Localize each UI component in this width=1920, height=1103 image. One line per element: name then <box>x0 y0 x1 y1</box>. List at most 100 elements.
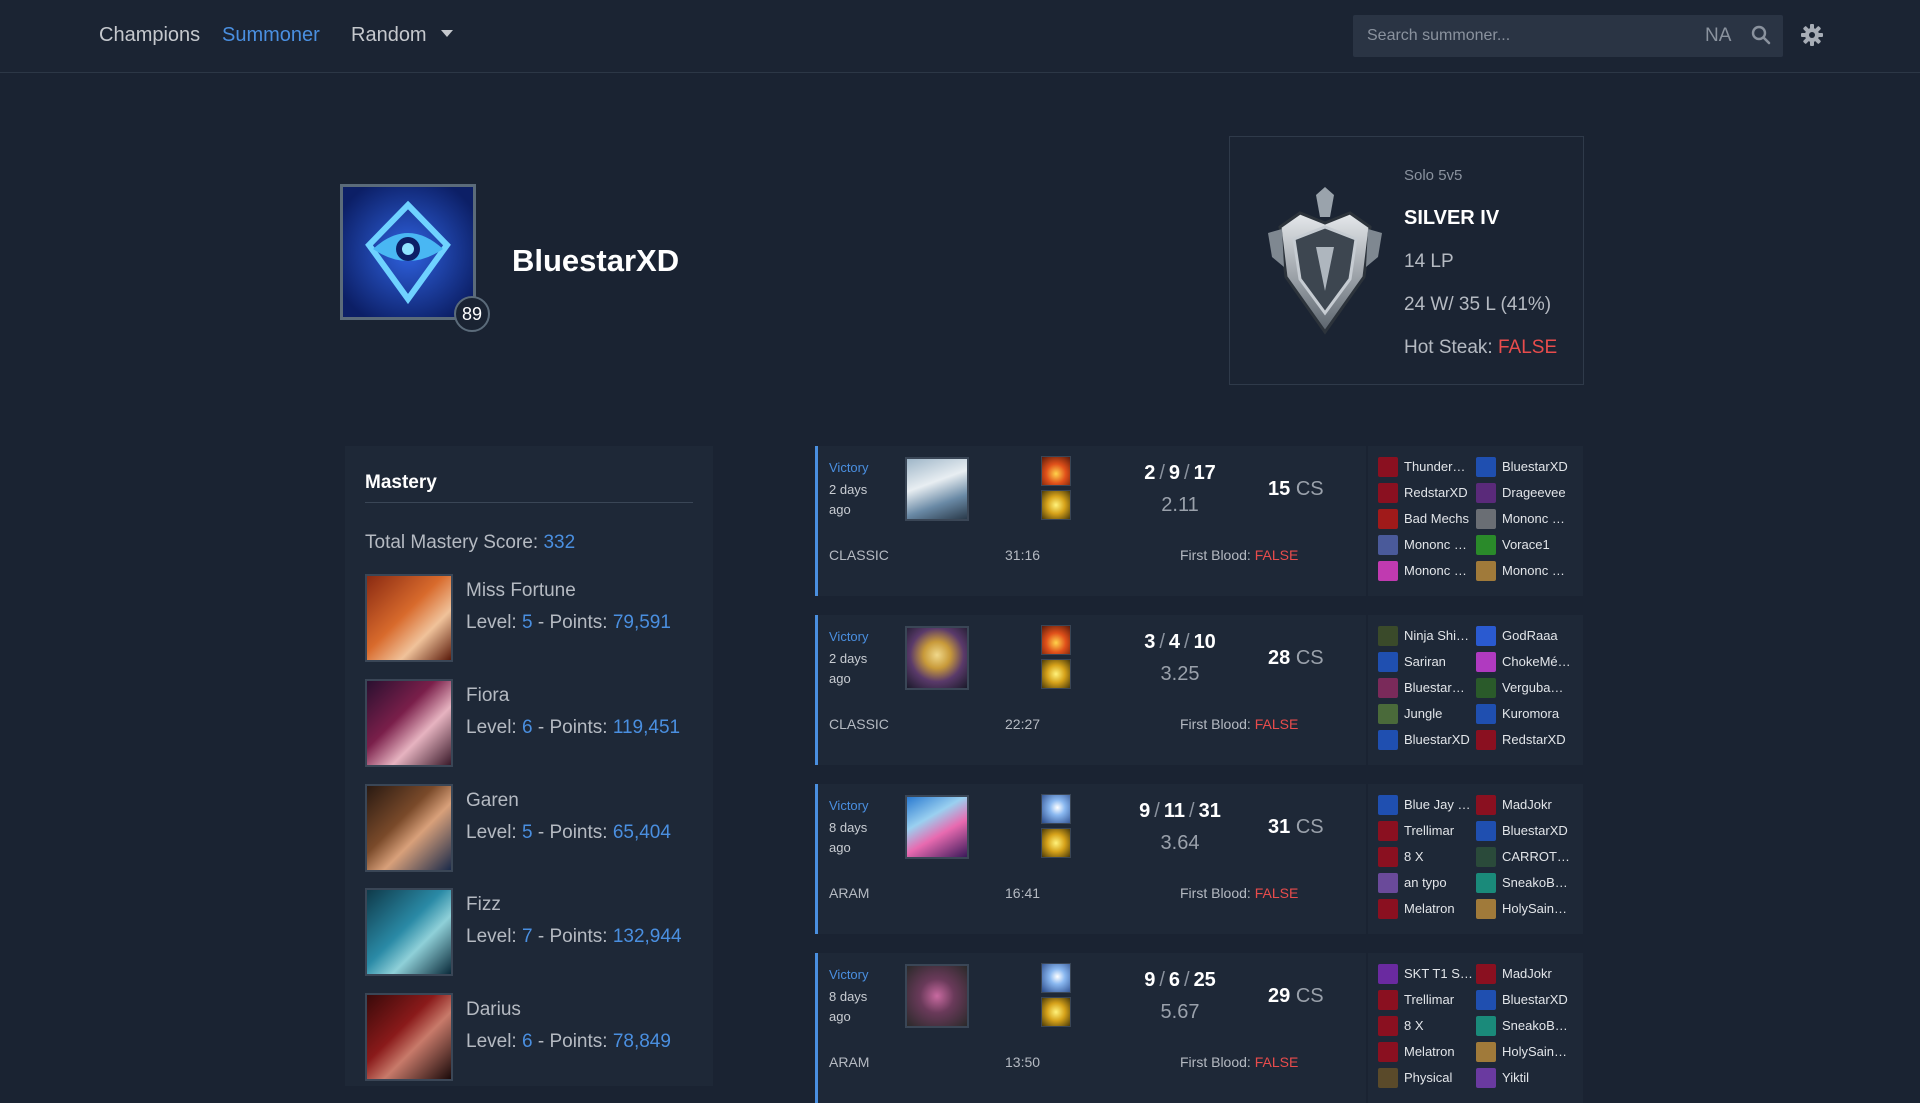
player-entry[interactable]: SneakoB… <box>1476 1015 1574 1037</box>
match-card[interactable]: Victory 8 days ago 9/11/31 3.64 31 CS AR… <box>815 784 1583 934</box>
gear-icon[interactable] <box>1800 23 1824 47</box>
player-entry[interactable]: Kuromora <box>1476 703 1574 725</box>
victory-accent-bar <box>815 784 818 934</box>
player-entry[interactable]: Melatron <box>1378 898 1476 920</box>
player-entry[interactable]: HolySain… <box>1476 898 1574 920</box>
player-name: Kuromora <box>1502 706 1560 721</box>
player-entry[interactable]: RedstarXD <box>1378 482 1476 504</box>
match-kda: 2/9/17 <box>1115 462 1245 485</box>
player-entry[interactable]: Verguba… <box>1476 677 1574 699</box>
mastery-champion-row[interactable]: Fiora Level: 6 - Points: 119,451 <box>365 679 705 771</box>
summoner-icon <box>1476 704 1496 724</box>
player-entry[interactable]: BluestarXD <box>1378 729 1476 751</box>
summoner-icon <box>1378 847 1398 867</box>
player-name: 8 X <box>1404 849 1424 864</box>
rank-record: 24 W/ 35 L (41%) <box>1404 294 1552 315</box>
champion-portrait <box>365 679 453 767</box>
player-entry[interactable]: Sariran <box>1378 651 1476 673</box>
victory-accent-bar <box>815 615 818 765</box>
match-champion-icon <box>905 964 969 1028</box>
match-card[interactable]: Victory 8 days ago 9/6/25 5.67 29 CS ARA… <box>815 953 1583 1103</box>
summoner-icon <box>1378 535 1398 555</box>
champion-name: Fizz <box>466 894 501 915</box>
player-entry[interactable]: 8 X <box>1378 1015 1476 1037</box>
champion-name: Fiora <box>466 685 510 706</box>
match-card[interactable]: Victory 2 days ago 2/9/17 2.11 15 CS CLA… <box>815 446 1583 596</box>
player-entry[interactable]: 8 X <box>1378 846 1476 868</box>
player-entry[interactable]: MadJokr <box>1476 794 1574 816</box>
nav-random-dropdown[interactable]: Random <box>351 24 453 47</box>
player-entry[interactable]: BluestarXD <box>1476 989 1574 1011</box>
player-entry[interactable]: an typo <box>1378 872 1476 894</box>
player-entry[interactable]: Melatron <box>1378 1041 1476 1063</box>
summoner-icon <box>1476 899 1496 919</box>
player-entry[interactable]: Mononc … <box>1378 560 1476 582</box>
player-entry[interactable]: RedstarXD <box>1476 729 1574 751</box>
kda-ratio: 2.11 <box>1161 494 1199 516</box>
player-entry[interactable]: CARROT… <box>1476 846 1574 868</box>
player-entry[interactable]: ChokeMé… <box>1476 651 1574 673</box>
player-entry[interactable]: Trellimar <box>1378 820 1476 842</box>
mastery-champion-row[interactable]: Darius Level: 6 - Points: 78,849 <box>365 993 705 1085</box>
player-name: Verguba… <box>1502 680 1564 695</box>
mastery-champion-row[interactable]: Fizz Level: 7 - Points: 132,944 <box>365 888 705 980</box>
player-entry[interactable]: Bluestar… <box>1378 677 1476 699</box>
summoner-icon <box>1476 1042 1496 1062</box>
player-name: Bad Mechs <box>1404 511 1470 526</box>
kda-separator: / <box>1159 631 1165 653</box>
player-name: BluestarXD <box>1502 459 1568 474</box>
player-entry[interactable]: Thunder… <box>1378 456 1476 478</box>
player-entry[interactable]: GodRaaa <box>1476 625 1574 647</box>
player-entry[interactable]: Ninja Shi… <box>1378 625 1476 647</box>
player-entry[interactable]: Trellimar <box>1378 989 1476 1011</box>
player-entry[interactable]: Vorace1 <box>1476 534 1574 556</box>
search-input[interactable] <box>1367 15 1687 57</box>
player-entry[interactable]: MadJokr <box>1476 963 1574 985</box>
kda-ratio: 3.25 <box>1160 663 1200 685</box>
nav-champions[interactable]: Champions <box>99 24 200 47</box>
player-entry[interactable]: Mononc … <box>1476 508 1574 530</box>
player-entry[interactable]: Jungle <box>1378 703 1476 725</box>
search-icon[interactable] <box>1751 25 1771 45</box>
mastery-champion-row[interactable]: Garen Level: 5 - Points: 65,404 <box>365 784 705 876</box>
mastery-total-value: 332 <box>543 532 576 553</box>
player-entry[interactable]: SneakoB… <box>1476 872 1574 894</box>
player-name: Blue Jay … <box>1404 797 1471 812</box>
cs-value: 29 <box>1268 985 1291 1007</box>
match-kda: 9/11/31 <box>1115 800 1245 823</box>
rank-lp: 14 LP <box>1404 251 1454 272</box>
champion-level: 5 <box>521 612 533 633</box>
player-entry[interactable]: HolySain… <box>1476 1041 1574 1063</box>
champion-stats: Level: 6 - Points: 119,451 <box>466 717 680 739</box>
cs-value: 31 <box>1268 816 1291 838</box>
points-label: - Points: <box>537 612 608 633</box>
player-entry[interactable]: Bad Mechs <box>1378 508 1476 530</box>
summoner-icon <box>1378 678 1398 698</box>
game-mode: ARAM <box>829 1054 870 1070</box>
first-blood-label: First Blood: <box>1180 885 1251 901</box>
player-entry[interactable]: BluestarXD <box>1476 456 1574 478</box>
summoner-icon <box>1378 1016 1398 1036</box>
player-name: Mononc … <box>1502 511 1565 526</box>
player-entry[interactable]: Drageevee <box>1476 482 1574 504</box>
player-entry[interactable]: Yiktil <box>1476 1067 1574 1089</box>
player-entry[interactable]: Physical <box>1378 1067 1476 1089</box>
nav-summoner[interactable]: Summoner <box>222 24 320 47</box>
player-entry[interactable]: Blue Jay … <box>1378 794 1476 816</box>
match-time-ago: 8 days ago <box>829 989 868 1024</box>
summoner-icon <box>1378 990 1398 1010</box>
player-entry[interactable]: SKT T1 S… <box>1378 963 1476 985</box>
match-kda: 9/6/25 <box>1115 969 1245 992</box>
rank-tier: SILVER IV <box>1404 207 1500 229</box>
match-kda: 3/4/10 <box>1115 631 1245 654</box>
mastery-champion-row[interactable]: Miss Fortune Level: 5 - Points: 79,591 <box>365 574 705 666</box>
player-entry[interactable]: Mononc … <box>1476 560 1574 582</box>
player-name: BluestarXD <box>1502 823 1568 838</box>
region-selector[interactable]: NA <box>1705 25 1731 47</box>
match-card[interactable]: Victory 2 days ago 3/4/10 3.25 28 CS CLA… <box>815 615 1583 765</box>
champion-portrait <box>365 574 453 662</box>
summoner-icon <box>1378 730 1398 750</box>
summoner-icon <box>1476 1068 1496 1088</box>
player-entry[interactable]: BluestarXD <box>1476 820 1574 842</box>
player-entry[interactable]: Mononc … <box>1378 534 1476 556</box>
